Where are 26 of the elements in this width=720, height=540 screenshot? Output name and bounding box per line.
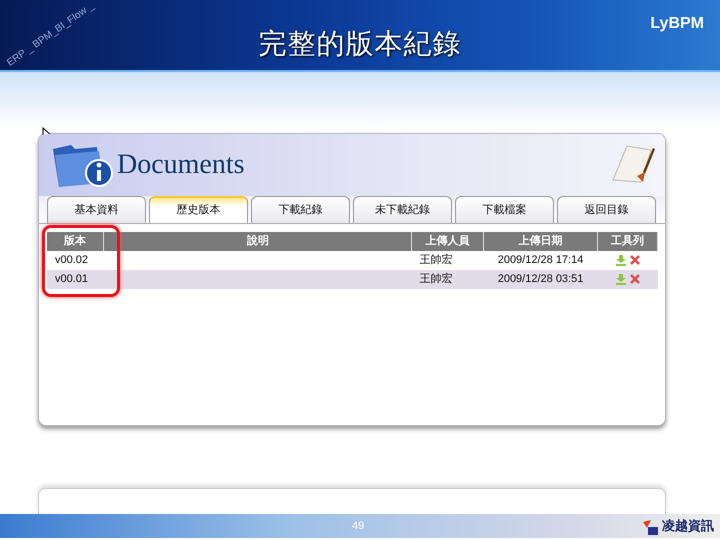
download-icon[interactable] xyxy=(616,254,626,266)
download-icon[interactable] xyxy=(616,273,626,286)
uploader-text: 王帥宏 xyxy=(420,254,453,266)
delete-icon[interactable] xyxy=(630,254,640,266)
brand-label: LyBPM xyxy=(650,14,704,34)
date-text: 2009/12/28 17:14 xyxy=(498,254,584,266)
documents-title: Documents xyxy=(117,148,245,182)
company-name: 凌越資訊 xyxy=(662,517,714,536)
column-header: 說明 xyxy=(104,232,412,251)
column-header: 上傳人員 xyxy=(412,232,484,251)
slide-title: 完整的版本紀錄 xyxy=(258,27,462,61)
tab[interactable]: 下載檔案 xyxy=(455,196,554,223)
tab[interactable]: 基本資料 xyxy=(47,196,146,223)
column-header: 工具列 xyxy=(598,232,658,251)
delete-icon[interactable] xyxy=(630,273,640,286)
tab[interactable]: 歷史版本 xyxy=(149,196,248,223)
column-header: 上傳日期 xyxy=(484,232,598,251)
uploader-text: 王帥宏 xyxy=(420,273,453,286)
version-text: v00.02 xyxy=(55,254,88,266)
tab[interactable]: 返回目錄 xyxy=(557,196,656,223)
tab[interactable]: 未下載紀錄 xyxy=(353,196,452,223)
tab[interactable]: 下載紀錄 xyxy=(251,196,350,223)
page-number: 49 xyxy=(352,518,364,534)
version-text: v00.01 xyxy=(55,273,88,286)
date-text: 2009/12/28 03:51 xyxy=(498,273,584,286)
column-header: 版本 xyxy=(47,232,104,251)
